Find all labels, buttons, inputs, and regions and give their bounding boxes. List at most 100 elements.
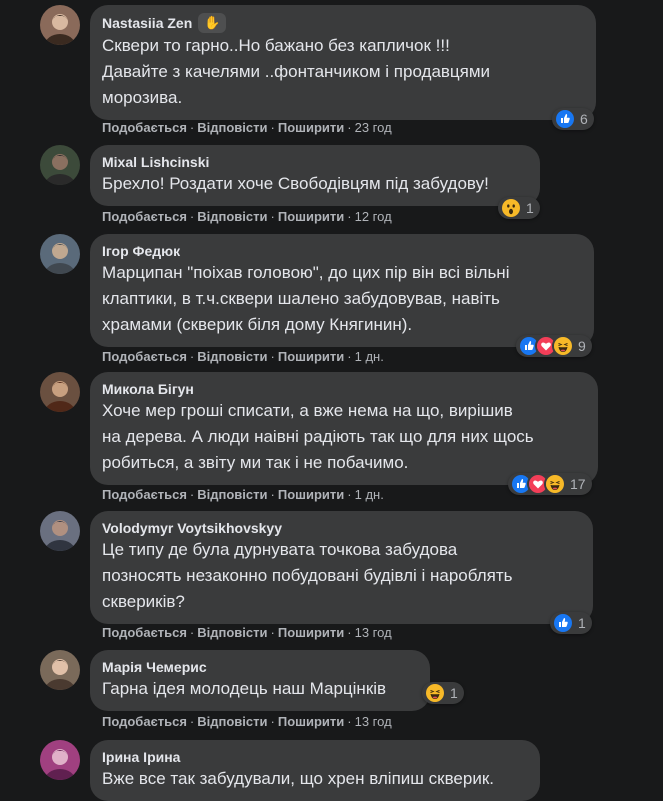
separator: · [270, 625, 275, 640]
separator: · [347, 714, 352, 729]
comment-timestamp[interactable]: 23 год [355, 120, 392, 135]
separator: · [347, 625, 352, 640]
comment-bubble: Марія Чемерис Гарна ідея молодець наш Мар… [90, 650, 430, 711]
avatar[interactable] [40, 740, 80, 780]
like-reaction-icon [552, 612, 574, 634]
avatar[interactable] [40, 145, 80, 185]
reply-link[interactable]: Відповісти [197, 120, 267, 135]
reply-link[interactable]: Відповісти [197, 349, 267, 364]
comment-text-line: скверикiв? [102, 592, 185, 611]
reply-link[interactable]: Відповісти [197, 714, 267, 729]
avatar[interactable] [40, 234, 80, 274]
like-reaction-icon [554, 108, 576, 130]
like-link[interactable]: Подобається [102, 487, 187, 502]
share-link[interactable]: Поширити [278, 349, 344, 364]
reaction-summary[interactable]: 17 [508, 473, 592, 495]
separator: · [189, 209, 195, 224]
comment-text-line: на дерева. А люди наівні радіють так що … [102, 427, 534, 446]
comment-text-line: морозива. [102, 88, 183, 107]
separator: · [189, 120, 195, 135]
separator: · [189, 487, 195, 502]
comment-author[interactable]: Ігор Федюк [102, 242, 180, 260]
comment-text-line: Давайте з качелями ..фонтанчиком і прода… [102, 62, 491, 81]
separator: · [189, 625, 195, 640]
reaction-count: 9 [578, 338, 586, 354]
comment-text-line: Хоче мер гроші списати, а вже нема на що… [102, 401, 513, 420]
comment-author[interactable]: Mixal Lishcinski [102, 153, 209, 171]
reaction-count: 17 [570, 476, 586, 492]
comment-timestamp[interactable]: 12 год [355, 209, 392, 224]
reaction-count: 1 [450, 685, 458, 701]
comment-text-line: Гарна ідея молодець наш Марцінків [102, 679, 387, 698]
comment-timestamp[interactable]: 1 дн. [355, 487, 384, 502]
share-link[interactable]: Поширити [278, 120, 344, 135]
comment-text-line: робиться, а звіту ми так і не побачимо. [102, 453, 409, 472]
comment-text-line: клаптики, в т.ч.сквери шалено забудовува… [102, 289, 500, 308]
separator: · [270, 487, 275, 502]
comment-author[interactable]: Volodymyr Voytsikhovskyy [102, 519, 282, 537]
reply-link[interactable]: Відповісти [197, 487, 267, 502]
like-link[interactable]: Подобається [102, 209, 187, 224]
reaction-count: 1 [526, 200, 534, 216]
separator: · [270, 120, 275, 135]
comment-text-line: храмами (скверик біля дому Княгинин). [102, 315, 413, 334]
reaction-summary[interactable]: 1 [498, 197, 540, 219]
separator: · [270, 209, 275, 224]
like-link[interactable]: Подобається [102, 625, 187, 640]
comment-text-line: Вже все так забудували, що хрен вліпиш с… [102, 769, 494, 788]
comment-text-line: Брехло! Роздати хоче Свободівцям під заб… [102, 174, 489, 193]
comment-actions: Подобається · Відповісти · Поширити · 13 год [102, 625, 392, 641]
reaction-summary[interactable]: 9 [516, 335, 592, 357]
wave-hand-icon: ✋ [198, 13, 227, 33]
share-link[interactable]: Поширити [278, 487, 344, 502]
like-link[interactable]: Подобається [102, 714, 187, 729]
separator: · [347, 349, 352, 364]
comment-timestamp[interactable]: 1 дн. [355, 349, 384, 364]
reply-link[interactable]: Відповісти [197, 625, 267, 640]
comment-author[interactable]: Ірина Ірина [102, 748, 180, 766]
wow-reaction-icon [500, 197, 522, 219]
comment-text-line: позносять незаконно побудовані будівлі і… [102, 566, 513, 585]
comment-actions: Подобається · Відповісти · Поширити · 1 дн. [102, 349, 384, 365]
comment-bubble: Ігор Федюк Марципан "поіхав головою", до … [90, 234, 594, 347]
comment-timestamp[interactable]: 13 год [355, 625, 392, 640]
avatar[interactable] [40, 372, 80, 412]
comment-bubble: Nastasiia Zen ✋ Сквери то гарно..Но бажано… [90, 5, 596, 120]
comment-timestamp[interactable]: 13 год [355, 714, 392, 729]
haha-reaction-icon [424, 682, 446, 704]
share-link[interactable]: Поширити [278, 209, 344, 224]
comment-text-line: Це типу де була дурнувата точкова забудо… [102, 540, 458, 559]
avatar[interactable] [40, 650, 80, 690]
share-link[interactable]: Поширити [278, 625, 344, 640]
comment-actions: Подобається · Відповісти · Поширити · 12 год [102, 209, 392, 225]
comment-text-line: Сквери то гарно..Но бажано без капличок … [102, 36, 450, 55]
comment-author[interactable]: Марія Чемерис [102, 658, 207, 676]
comment-actions: Подобається · Відповісти · Поширити · 1 дн. [102, 487, 384, 503]
like-link[interactable]: Подобається [102, 349, 187, 364]
separator: · [347, 120, 352, 135]
comment-bubble: Микола Бігун Хоче мер гроші списати, а вж… [90, 372, 598, 485]
like-link[interactable]: Подобається [102, 120, 187, 135]
reaction-count: 1 [578, 615, 586, 631]
reaction-summary[interactable]: 1 [422, 682, 464, 704]
comment-text-line: Марципан "поіхав головою", до цих пір ві… [102, 263, 510, 282]
comment-actions: Подобається · Відповісти · Поширити · 13 год [102, 714, 392, 730]
avatar[interactable] [40, 5, 80, 45]
haha-reaction-icon [552, 335, 574, 357]
separator: · [347, 209, 352, 224]
reaction-summary[interactable]: 1 [550, 612, 592, 634]
reply-link[interactable]: Відповісти [197, 209, 267, 224]
separator: · [270, 714, 275, 729]
separator: · [189, 349, 195, 364]
reaction-summary[interactable]: 6 [552, 108, 594, 130]
share-link[interactable]: Поширити [278, 714, 344, 729]
comment-author[interactable]: Nastasiia Zen [102, 14, 192, 32]
reaction-count: 6 [580, 111, 588, 127]
separator: · [270, 349, 275, 364]
separator: · [347, 487, 352, 502]
avatar[interactable] [40, 511, 80, 551]
haha-reaction-icon [544, 473, 566, 495]
comment-bubble: Volodymyr Voytsikhovskyy Це типу де була … [90, 511, 593, 624]
separator: · [189, 714, 195, 729]
comment-author[interactable]: Микола Бігун [102, 380, 194, 398]
